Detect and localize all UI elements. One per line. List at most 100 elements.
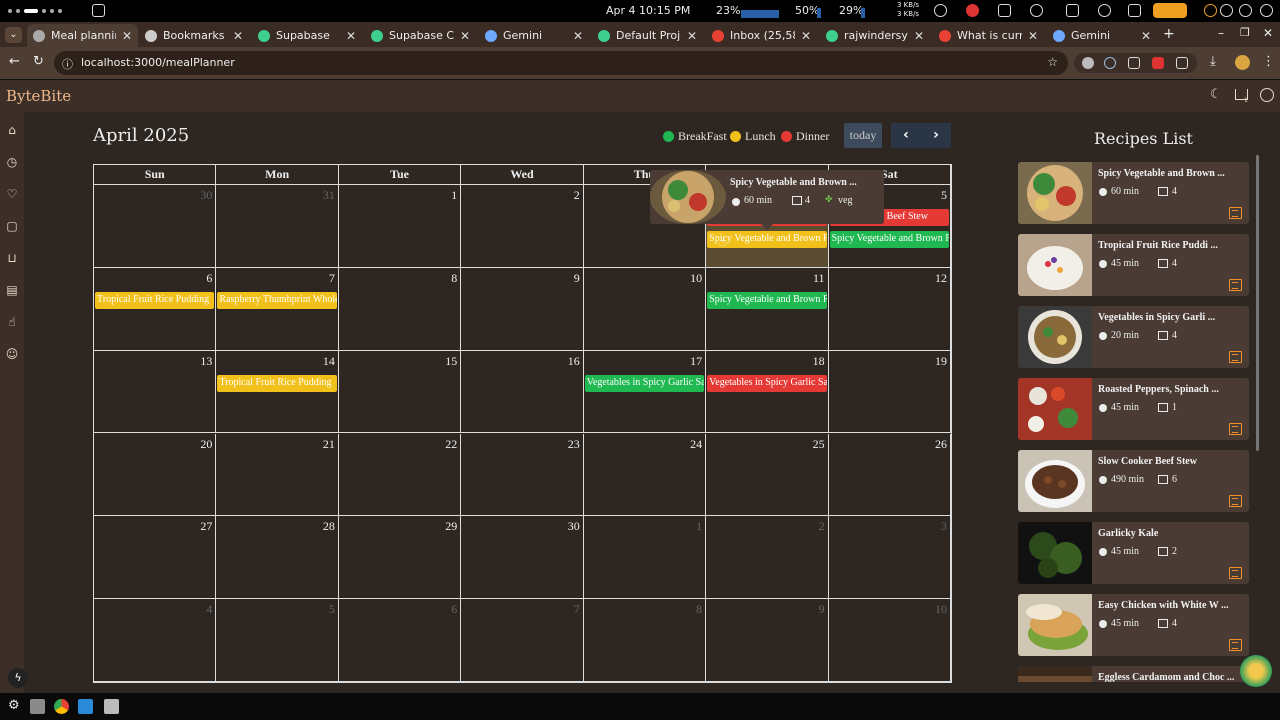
tab-close-icon[interactable]: ✕ (122, 29, 132, 43)
dark-mode-icon[interactable]: ☾ (1210, 87, 1222, 102)
day-number[interactable]: 7 (329, 271, 335, 286)
browser-tab[interactable]: Gemini ✕ (1047, 24, 1157, 47)
day-number[interactable]: 9 (819, 602, 825, 617)
tab-close-icon[interactable]: ✕ (460, 29, 470, 43)
day-number[interactable]: 5 (329, 602, 335, 617)
add-to-planner-icon[interactable] (1229, 351, 1242, 363)
day-number[interactable]: 27 (200, 519, 212, 534)
user-account-icon[interactable] (1260, 88, 1274, 102)
day-number[interactable]: 28 (323, 519, 335, 534)
calendar-day-cell[interactable]: 26 (828, 433, 951, 517)
day-number[interactable]: 26 (935, 437, 947, 452)
reload-icon[interactable]: ↻ (33, 54, 44, 69)
browser-tab[interactable]: Supabase ✕ (252, 24, 362, 47)
thumbs-up-icon[interactable]: ☝ (5, 315, 19, 329)
tab-search-button[interactable]: ⌄ (5, 27, 22, 43)
home-icon[interactable]: ⌂ (5, 123, 19, 137)
tray-app-icon[interactable] (966, 4, 979, 17)
calendar-day-cell[interactable]: 12 (828, 267, 951, 351)
tray-app-icon[interactable] (998, 4, 1011, 17)
profile-avatar[interactable] (1235, 55, 1250, 70)
maximize-button[interactable]: ❐ (1240, 26, 1250, 39)
system-gear-icon[interactable]: ⚙ (8, 698, 20, 713)
address-bar[interactable]: ⓘ localhost:3000/mealPlanner ☆ (54, 51, 1068, 75)
site-info-icon[interactable]: ⓘ (62, 56, 73, 72)
back-icon[interactable]: ← (9, 54, 20, 69)
calendar-day-cell[interactable]: 10 (828, 599, 951, 682)
calendar-day-cell[interactable]: 5 (216, 599, 339, 682)
calendar-day-cell[interactable]: 14 Tropical Fruit Rice Pudding (216, 350, 339, 434)
download-icon[interactable]: ⤓ (1210, 54, 1216, 69)
cart-icon[interactable]: ⊔ (5, 251, 19, 265)
day-number[interactable]: 13 (200, 354, 212, 369)
day-number[interactable]: 1 (451, 188, 457, 203)
day-number[interactable]: 25 (813, 437, 825, 452)
calendar-day-cell[interactable]: 6 Tropical Fruit Rice Pudding (94, 267, 217, 351)
day-number[interactable]: 20 (200, 437, 212, 452)
tab-close-icon[interactable]: ✕ (1141, 29, 1151, 43)
calendar-day-cell[interactable]: 2 (461, 185, 584, 268)
day-number[interactable]: 10 (690, 271, 702, 286)
refresh-icon[interactable] (1030, 4, 1043, 17)
calendar-day-cell[interactable]: 2 (706, 516, 829, 600)
browser-tab[interactable]: Meal planning ✕ (27, 24, 138, 47)
day-number[interactable]: 30 (568, 519, 580, 534)
calendar-icon[interactable]: ▤ (5, 283, 19, 297)
vscode-icon[interactable] (78, 699, 93, 714)
browser-tab[interactable]: Default Projec ✕ (592, 24, 703, 47)
calendar-day-cell[interactable]: 9 (461, 267, 584, 351)
floating-avatar-button[interactable] (1240, 655, 1272, 687)
brand-logo[interactable]: ByteBite (6, 87, 71, 105)
calendar-day-cell[interactable]: 1 (583, 516, 707, 600)
tab-close-icon[interactable]: ✕ (346, 29, 356, 43)
tab-close-icon[interactable]: ✕ (801, 29, 811, 43)
add-to-planner-icon[interactable] (1229, 207, 1242, 219)
clock[interactable]: Apr 4 10:15 PM (606, 4, 690, 17)
calendar-day-cell[interactable]: 11 Spicy Vegetable and Brown Rice (706, 267, 829, 351)
power-icon[interactable] (1260, 4, 1273, 17)
close-window-button[interactable]: ✕ (1263, 26, 1273, 40)
meal-event-dinner[interactable]: Vegetables in Spicy Garlic Sauce (707, 374, 827, 392)
calendar-day-cell[interactable]: 25 (706, 433, 829, 517)
calendar-day-cell[interactable]: 29 (338, 516, 462, 600)
extensions-puzzle-icon[interactable] (1176, 57, 1188, 69)
calendar-day-cell[interactable]: 7 Raspberry Thumbprint Wholewheat (216, 267, 339, 351)
day-number[interactable]: 8 (696, 602, 702, 617)
browser-tab[interactable]: What is curren ✕ (933, 24, 1044, 47)
day-number[interactable]: 4 (206, 602, 212, 617)
day-number[interactable]: 19 (935, 354, 947, 369)
extension-icon[interactable] (1152, 57, 1164, 69)
tray-app-icon[interactable] (934, 4, 947, 17)
tab-close-icon[interactable]: ✕ (233, 29, 243, 43)
calendar-day-cell[interactable]: 30 (94, 185, 217, 268)
add-to-planner-icon[interactable] (1229, 279, 1242, 291)
browser-tab[interactable]: Supabase CLI | ✕ (365, 24, 476, 47)
day-number[interactable]: 22 (445, 437, 457, 452)
browser-tab[interactable]: Gemini ✕ (479, 24, 589, 47)
day-number[interactable]: 2 (819, 519, 825, 534)
recipe-card[interactable]: Garlicky Kale 45 min 2 (1018, 522, 1249, 584)
calendar-day-cell[interactable]: 31 (216, 185, 339, 268)
calendar-day-cell[interactable]: 18 Vegetables in Spicy Garlic Sauce (706, 350, 829, 434)
calendar-day-cell[interactable]: 8 (338, 267, 462, 351)
calendar-day-cell[interactable]: 8 (583, 599, 707, 682)
recipes-scrollbar[interactable] (1256, 155, 1259, 451)
day-number[interactable]: 2 (574, 188, 580, 203)
calendar-day-cell[interactable]: 16 (461, 350, 584, 434)
clipboard-icon[interactable] (1128, 4, 1141, 17)
extension-icon[interactable] (1128, 57, 1140, 69)
moon-extension-icon[interactable] (1104, 57, 1116, 69)
extension-icon[interactable] (1082, 57, 1094, 69)
meal-event-lunch[interactable]: Raspberry Thumbprint Wholewheat (217, 291, 337, 309)
workspace-indicator[interactable] (8, 9, 62, 13)
toggle-indicator[interactable] (1153, 3, 1187, 18)
recipe-card[interactable]: Spicy Vegetable and Brown ... 60 min 4 (1018, 162, 1249, 224)
tab-close-icon[interactable]: ✕ (573, 29, 583, 43)
day-number[interactable]: 9 (574, 271, 580, 286)
meal-event-breakfast[interactable]: Spicy Vegetable and Brown Rice (829, 231, 949, 248)
tab-close-icon[interactable]: ✕ (687, 29, 697, 43)
tab-close-icon[interactable]: ✕ (914, 29, 924, 43)
day-number[interactable]: 31 (323, 188, 335, 203)
calendar-day-cell[interactable]: 24 (583, 433, 707, 517)
add-to-planner-icon[interactable] (1229, 423, 1242, 435)
